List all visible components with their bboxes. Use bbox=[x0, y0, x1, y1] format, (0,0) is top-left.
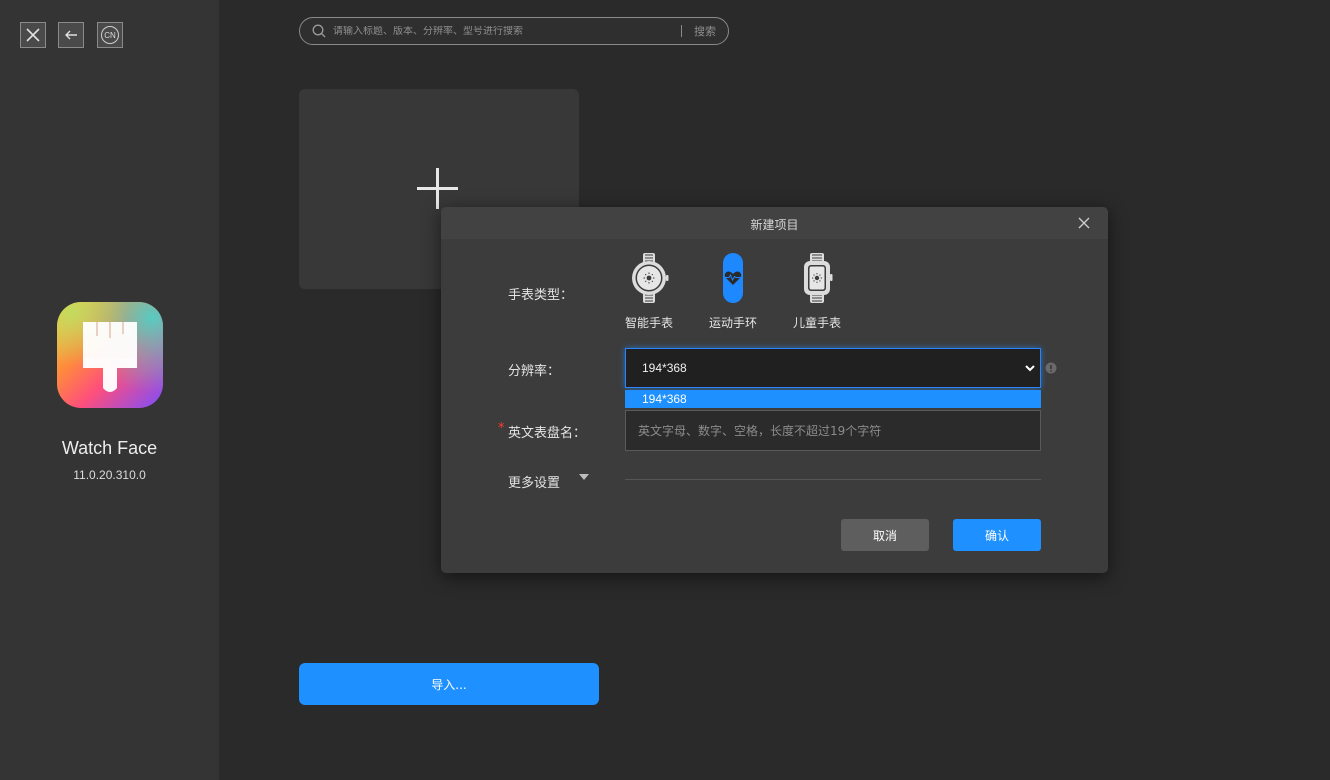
close-icon bbox=[1078, 217, 1090, 229]
search-divider bbox=[681, 25, 682, 37]
new-project-dialog: 新建项目 手表类型： 智能手表 运动手环 儿童手表 分辨率： 194*368 1… bbox=[441, 207, 1108, 573]
dialog-header: 新建项目 bbox=[441, 207, 1108, 239]
app-name: Watch Face bbox=[61, 438, 158, 458]
back-button[interactable] bbox=[58, 22, 84, 48]
app-version: 11.0.20.310.0 bbox=[73, 468, 146, 482]
close-button[interactable] bbox=[20, 22, 46, 48]
watch-type-label-smartwatch: 智能手表 bbox=[624, 316, 673, 330]
plus-icon-vertical bbox=[436, 168, 439, 209]
confirm-button[interactable]: 确认 bbox=[953, 519, 1041, 551]
divider bbox=[625, 479, 1041, 480]
resolution-option-text: 194*368 bbox=[642, 392, 687, 406]
sidebar: CN Watch Face 11.0.20.310.0 bbox=[0, 0, 219, 780]
caret-down-icon[interactable] bbox=[579, 474, 589, 482]
arrow-left-icon bbox=[65, 30, 77, 40]
dialog-close-button[interactable] bbox=[1077, 215, 1091, 229]
language-button[interactable]: CN bbox=[97, 22, 123, 48]
watch-type-label: 手表类型： bbox=[508, 288, 574, 303]
more-settings-toggle[interactable]: 更多设置 bbox=[508, 472, 560, 491]
watch-type-label-kids-watch: 儿童手表 bbox=[792, 316, 841, 330]
english-name-input[interactable] bbox=[625, 410, 1041, 451]
search-input[interactable] bbox=[333, 25, 681, 37]
resolution-option[interactable]: 194*368 bbox=[625, 390, 1041, 408]
watch-type-option-fitness-band[interactable]: 运动手环 bbox=[697, 252, 769, 331]
watch-type-label-fitness-band: 运动手环 bbox=[708, 316, 757, 330]
required-mark: * bbox=[498, 421, 505, 436]
watch-type-option-kids-watch[interactable]: 儿童手表 bbox=[781, 252, 853, 331]
close-icon bbox=[26, 28, 40, 42]
paintbrush-icon bbox=[57, 302, 163, 408]
app-logo bbox=[57, 302, 163, 408]
resolution-select[interactable]: 194*368 bbox=[625, 348, 1041, 388]
kids-watch-icon bbox=[804, 253, 833, 303]
english-name-label: 英文表盘名： bbox=[508, 426, 587, 441]
dialog-title: 新建项目 bbox=[750, 218, 799, 232]
info-icon[interactable] bbox=[1045, 362, 1057, 374]
search-icon bbox=[311, 23, 327, 39]
language-icon: CN bbox=[101, 26, 119, 44]
search-button[interactable]: 搜索 bbox=[694, 23, 716, 39]
fitness-band-icon bbox=[723, 253, 743, 303]
watch-type-option-smartwatch[interactable]: 智能手表 bbox=[613, 252, 685, 331]
chevron-down-icon bbox=[1025, 365, 1035, 372]
search-bar: 搜索 bbox=[299, 17, 729, 45]
cancel-button[interactable]: 取消 bbox=[841, 519, 929, 551]
smartwatch-icon bbox=[632, 253, 669, 303]
resolution-selected-value: 194*368 bbox=[642, 361, 687, 375]
resolution-label: 分辨率： bbox=[508, 364, 561, 379]
import-button[interactable]: 导入... bbox=[299, 663, 599, 705]
